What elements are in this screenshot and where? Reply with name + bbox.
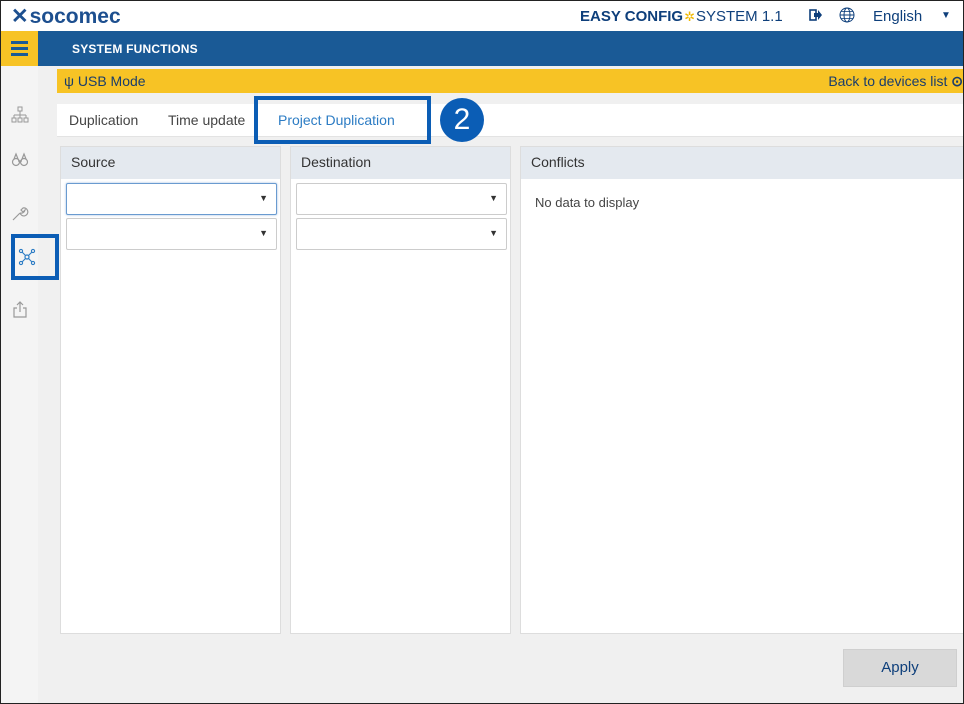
chevron-down-icon[interactable]: ▼ xyxy=(941,10,951,21)
conflicts-panel: Conflicts No data to display xyxy=(520,146,963,634)
caret-down-icon: ▼ xyxy=(489,193,498,203)
app-window: ✕socomec EASY CONFIG✲SYSTEM 1.1 English … xyxy=(0,0,964,704)
usb-icon: ψ xyxy=(64,73,74,89)
usb-mode-label: ψ USB Mode xyxy=(64,73,146,89)
gear-icon: ✲ xyxy=(684,9,695,24)
callout-frame-1 xyxy=(11,234,59,280)
tab-time-update[interactable]: Time update xyxy=(168,112,245,128)
network-tree-icon[interactable] xyxy=(11,106,29,124)
socomec-logo: ✕socomec xyxy=(11,5,121,28)
destination-panel-title: Destination xyxy=(291,147,510,179)
source-panel-title: Source xyxy=(61,147,280,179)
source-select-2[interactable]: ▼ xyxy=(66,218,277,250)
binoculars-icon[interactable] xyxy=(11,151,29,169)
destination-select-1[interactable]: ▼ xyxy=(296,183,507,215)
destination-panel: Destination ▼ ▼ xyxy=(290,146,511,634)
tab-duplication[interactable]: Duplication xyxy=(69,112,138,128)
caret-down-icon: ▼ xyxy=(259,228,268,238)
caret-down-icon: ▼ xyxy=(259,193,268,203)
hamburger-menu-icon[interactable] xyxy=(1,31,38,66)
nav-title: SYSTEM FUNCTIONS xyxy=(72,42,198,56)
globe-icon[interactable] xyxy=(839,7,855,23)
back-to-devices-link[interactable]: Back to devices list ⊙ xyxy=(828,73,963,90)
conflicts-panel-title: Conflicts xyxy=(521,147,963,179)
source-select-1[interactable]: ▼ xyxy=(66,183,277,215)
app-title: EASY CONFIG✲SYSTEM 1.1 xyxy=(580,8,783,25)
source-panel: Source ▼ ▼ xyxy=(60,146,281,634)
export-icon[interactable] xyxy=(11,301,29,319)
language-selector[interactable]: English xyxy=(873,8,922,25)
nav-bar: SYSTEM FUNCTIONS xyxy=(1,31,963,66)
callout-badge-2: 2 xyxy=(440,98,484,142)
tab-bar: Duplication Time update Project Duplicat… xyxy=(57,104,963,137)
destination-select-2[interactable]: ▼ xyxy=(296,218,507,250)
caret-down-icon: ▼ xyxy=(489,228,498,238)
callout-frame-2 xyxy=(254,96,431,144)
usb-mode-bar: ψ USB Mode Back to devices list ⊙ xyxy=(57,69,963,93)
empty-state-text: No data to display xyxy=(535,195,640,210)
apply-button[interactable]: Apply xyxy=(843,649,957,687)
top-header: ✕socomec EASY CONFIG✲SYSTEM 1.1 English … xyxy=(1,1,963,31)
logout-icon[interactable] xyxy=(809,8,823,22)
wrench-icon[interactable] xyxy=(11,204,29,222)
play-circle-icon: ⊙ xyxy=(951,73,963,89)
